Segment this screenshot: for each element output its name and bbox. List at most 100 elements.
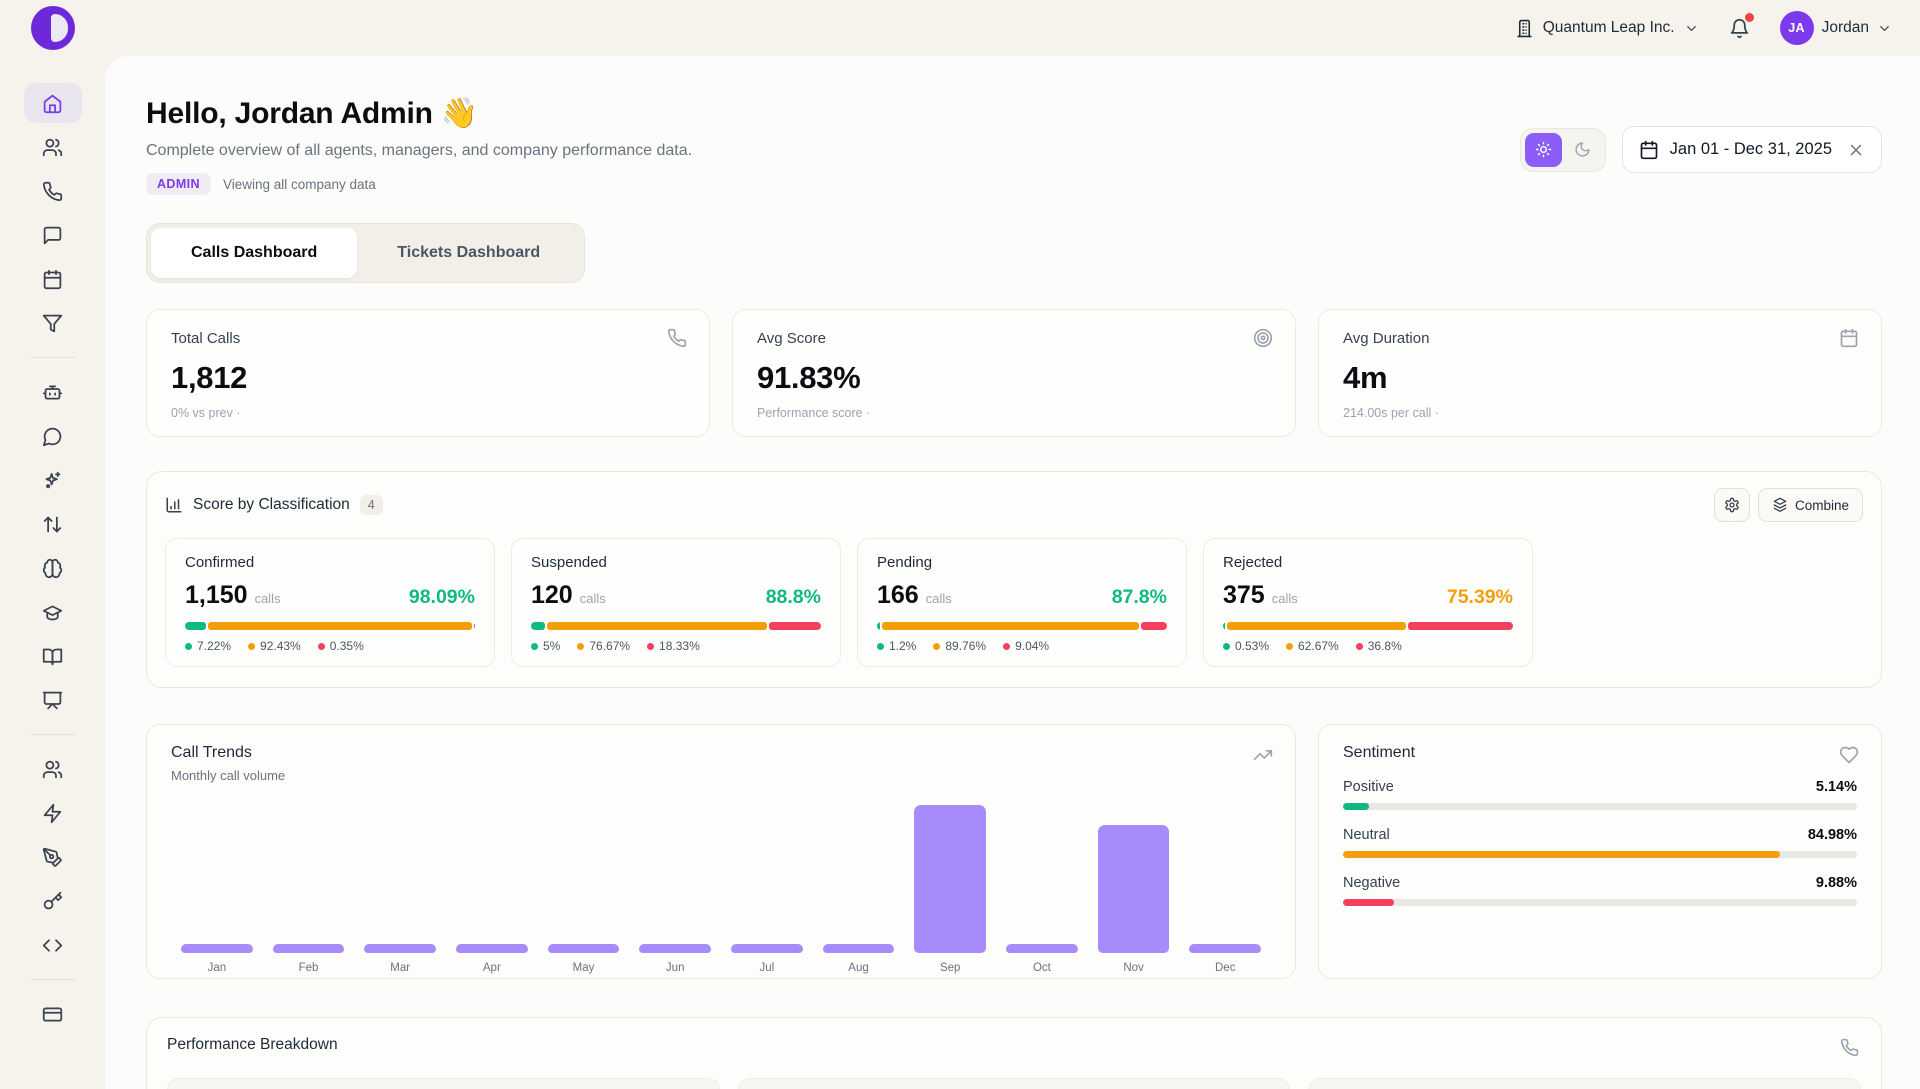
sidebar-item-home[interactable] <box>24 83 82 123</box>
sidebar-item-design[interactable] <box>24 837 82 877</box>
classification-unit: calls <box>580 591 606 606</box>
bar-feb[interactable] <box>273 944 345 953</box>
sidebar-item-transfers[interactable] <box>24 504 82 544</box>
classification-title: Confirmed <box>185 554 475 571</box>
sidebar-item-calendar[interactable] <box>24 259 82 299</box>
sidebar-item-users[interactable] <box>24 127 82 167</box>
perf-card-active-agents: Active Agents <box>738 1078 1291 1089</box>
building-icon <box>1515 19 1534 38</box>
bar-apr[interactable] <box>456 944 528 953</box>
page-title: Hello, Jordan Admin 👋 <box>146 96 692 131</box>
date-range-picker[interactable]: Jan 01 - Dec 31, 2025 <box>1622 126 1882 173</box>
sidebar-nav <box>24 50 82 1034</box>
red-dot-icon <box>1003 643 1010 650</box>
notifications-button[interactable] <box>1729 18 1750 39</box>
sidebar-item-presentations[interactable] <box>24 680 82 720</box>
phone-icon <box>667 328 687 348</box>
sentiment-row-positive: Positive 5.14% <box>1343 779 1857 810</box>
sidebar-item-team[interactable] <box>24 749 82 789</box>
book-open-icon <box>42 646 63 667</box>
orange-dot-icon <box>1286 643 1293 650</box>
bar-aug[interactable] <box>823 944 895 953</box>
x-axis-labels: Jan Feb Mar Apr May Jun Jul Aug Sep Oct … <box>171 962 1271 974</box>
graduation-cap-icon <box>42 602 63 623</box>
sidebar-item-billing[interactable] <box>24 994 82 1034</box>
bar-may[interactable] <box>548 944 620 953</box>
trending-up-icon <box>1253 745 1273 765</box>
tab-calls-dashboard[interactable]: Calls Dashboard <box>151 228 357 278</box>
main-panel: Hello, Jordan Admin 👋 Complete overview … <box>105 56 1920 1089</box>
section-title: Score by Classification <box>193 496 350 514</box>
arrows-up-down-icon <box>42 514 63 535</box>
sidebar-item-filter[interactable] <box>24 303 82 343</box>
stat-label: Avg Score <box>757 330 1271 347</box>
phone-icon <box>1840 1038 1859 1057</box>
bar-sep[interactable] <box>914 805 986 953</box>
green-dot-icon <box>877 643 884 650</box>
sidebar-item-training[interactable] <box>24 592 82 632</box>
brain-icon <box>42 558 63 579</box>
dark-mode-button[interactable] <box>1564 133 1601 167</box>
classification-bar <box>1223 622 1513 630</box>
sidebar-item-library[interactable] <box>24 636 82 676</box>
call-trends-chart <box>171 805 1271 953</box>
layers-icon <box>1772 497 1788 513</box>
sparkles-icon <box>42 470 63 491</box>
bot-icon <box>42 382 63 403</box>
stat-label: Total Calls <box>171 330 685 347</box>
classification-score: 98.09% <box>409 586 475 609</box>
presentation-icon <box>42 690 63 711</box>
classification-calls: 166 <box>877 581 919 610</box>
stat-label: Avg Duration <box>1343 330 1857 347</box>
sidebar-item-ai[interactable] <box>24 460 82 500</box>
bar-jan[interactable] <box>181 944 253 953</box>
classification-unit: calls <box>926 591 952 606</box>
classification-card-suspended: Suspended 120 calls 88.8% 5% 76.67% 18.3… <box>511 538 841 667</box>
stat-card-avg-score: Avg Score 91.83% Performance score · <box>732 309 1296 437</box>
green-dot-icon <box>185 643 192 650</box>
sidebar-item-insights[interactable] <box>24 548 82 588</box>
classification-legend: 1.2% 89.76% 9.04% <box>877 639 1167 653</box>
sidebar-item-developer[interactable] <box>24 925 82 965</box>
users-icon <box>42 759 63 780</box>
bar-nov[interactable] <box>1098 825 1170 953</box>
user-menu[interactable]: JA Jordan <box>1780 11 1892 45</box>
bar-jun[interactable] <box>639 944 711 953</box>
sidebar-item-calls[interactable] <box>24 171 82 211</box>
score-by-classification-section: Score by Classification 4 Combine Confir… <box>146 471 1882 688</box>
sidebar-item-chat[interactable] <box>24 416 82 456</box>
sidebar-item-automations[interactable] <box>24 793 82 833</box>
sidebar-item-bot[interactable] <box>24 372 82 412</box>
settings-button[interactable] <box>1714 488 1750 522</box>
bar-jul[interactable] <box>731 944 803 953</box>
bar-dec[interactable] <box>1189 944 1261 953</box>
stat-card-total-calls: Total Calls 1,812 0% vs prev · <box>146 309 710 437</box>
combine-button[interactable]: Combine <box>1758 488 1863 522</box>
bar-mar[interactable] <box>364 944 436 953</box>
date-range-text: Jan 01 - Dec 31, 2025 <box>1670 140 1832 159</box>
heart-icon <box>1839 745 1859 765</box>
classification-card-confirmed: Confirmed 1,150 calls 98.09% 7.22% 92.43… <box>165 538 495 667</box>
avatar: JA <box>1780 11 1814 45</box>
sidebar-item-access[interactable] <box>24 881 82 921</box>
close-icon[interactable] <box>1847 141 1865 159</box>
pen-tool-icon <box>42 847 63 868</box>
classification-legend: 0.53% 62.67% 36.8% <box>1223 639 1513 653</box>
performance-breakdown-section: Performance Breakdown Total Calls Active… <box>146 1017 1882 1089</box>
code-icon <box>42 935 63 956</box>
classification-score: 87.8% <box>1112 586 1167 609</box>
classification-card-rejected: Rejected 375 calls 75.39% 0.53% 62.67% 3… <box>1203 538 1533 667</box>
stat-value: 1,812 <box>171 360 685 396</box>
company-selector[interactable]: Quantum Leap Inc. <box>1515 19 1699 38</box>
page-subtitle: Complete overview of all agents, manager… <box>146 142 692 160</box>
light-mode-button[interactable] <box>1525 133 1562 167</box>
bar-oct[interactable] <box>1006 944 1078 953</box>
orange-dot-icon <box>933 643 940 650</box>
sidebar <box>0 0 105 1089</box>
chart-subtitle: Monthly call volume <box>171 768 1271 783</box>
sentiment-title: Sentiment <box>1343 744 1857 762</box>
sidebar-item-messages[interactable] <box>24 215 82 255</box>
tab-tickets-dashboard[interactable]: Tickets Dashboard <box>357 228 580 278</box>
classification-card-pending: Pending 166 calls 87.8% 1.2% 89.76% 9.04… <box>857 538 1187 667</box>
app-logo[interactable] <box>31 6 75 50</box>
